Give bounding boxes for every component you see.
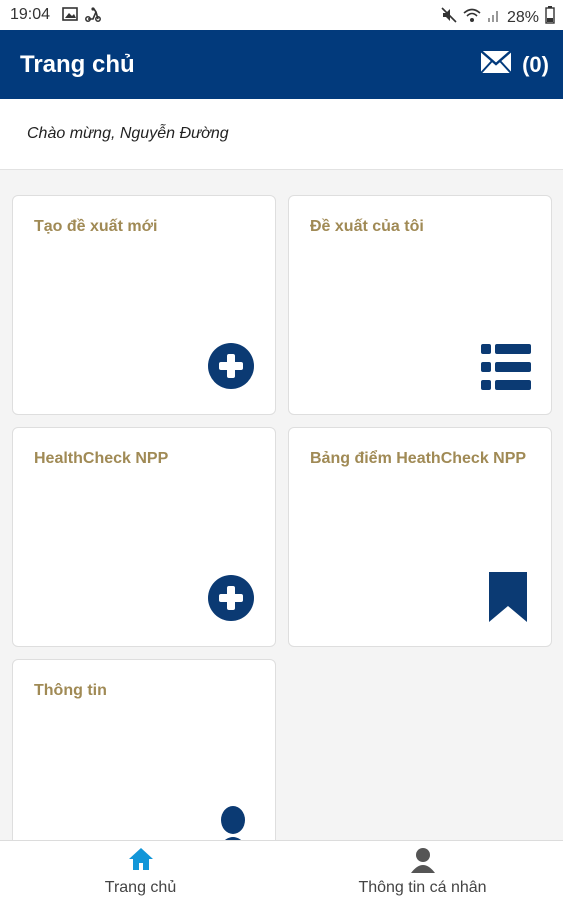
mail-count: (0) (522, 52, 549, 77)
tile-label: Đề xuất của tôi (310, 218, 424, 235)
mute-icon (441, 7, 457, 28)
envelope-icon (480, 50, 512, 80)
tile-label: Tạo đề xuất mới (34, 218, 158, 235)
nav-label: Trang chủ (104, 879, 177, 896)
battery-icon (545, 6, 555, 29)
bookmark-icon (489, 572, 527, 627)
status-bar: 19:04 28% (0, 0, 563, 30)
tile-create-proposal[interactable]: Tạo đề xuất mới (12, 195, 276, 415)
wifi-icon (463, 7, 481, 28)
plus-circle-icon (207, 574, 255, 627)
nav-label: Thông tin cá nhân (358, 879, 487, 896)
app-header: Trang chủ (0) (0, 30, 563, 99)
tile-my-proposals[interactable]: Đề xuất của tôi (288, 195, 552, 415)
image-icon (62, 6, 78, 27)
nav-item-home[interactable]: Trang chủ (0, 841, 281, 901)
battery-percent: 28% (506, 8, 539, 26)
person-icon (410, 847, 435, 878)
welcome-bar: Chào mừng, Nguyễn Đường (0, 99, 563, 170)
bottom-navigation: Trang chủ Thông tin cá nhân (0, 840, 563, 901)
tile-label: Bảng điểm HeathCheck NPP (310, 450, 527, 467)
list-icon (481, 344, 531, 395)
home-icon (128, 847, 154, 876)
nav-item-profile[interactable]: Thông tin cá nhân (282, 841, 563, 901)
tile-healthcheck-scoreboard[interactable]: Bảng điểm HeathCheck NPP (288, 427, 552, 647)
tile-label: HealthCheck NPP (34, 450, 169, 467)
scooter-icon (84, 6, 102, 27)
welcome-text: Chào mừng, Nguyễn Đường (27, 125, 229, 142)
page-title: Trang chủ (20, 51, 135, 78)
plus-circle-icon (207, 342, 255, 395)
status-time: 19:04 (10, 6, 51, 23)
tile-healthcheck-npp[interactable]: HealthCheck NPP (12, 427, 276, 647)
mail-button[interactable]: (0) (480, 50, 549, 80)
signal-icon (487, 7, 501, 28)
tile-label: Thông tin (34, 682, 107, 699)
